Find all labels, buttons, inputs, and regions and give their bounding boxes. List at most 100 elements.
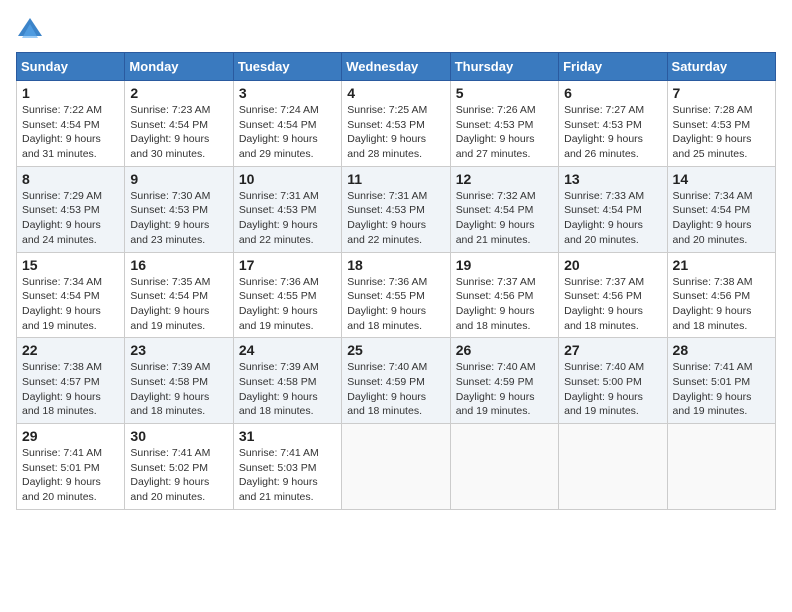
day-info: Sunrise: 7:37 AM Sunset: 4:56 PM Dayligh…	[456, 275, 553, 334]
header-saturday: Saturday	[667, 53, 775, 81]
day-number: 17	[239, 257, 336, 273]
calendar-cell: 28Sunrise: 7:41 AM Sunset: 5:01 PM Dayli…	[667, 338, 775, 424]
calendar-week-2: 8Sunrise: 7:29 AM Sunset: 4:53 PM Daylig…	[17, 166, 776, 252]
calendar-cell: 25 Sunrise: 7:40 AM Sunset: 4:59 PM Dayli…	[342, 338, 450, 424]
day-number: 16	[130, 257, 227, 273]
calendar-cell: 9 Sunrise: 7:30 AM Sunset: 4:53 PM Daylig…	[125, 166, 233, 252]
calendar-cell: 8Sunrise: 7:29 AM Sunset: 4:53 PM Daylig…	[17, 166, 125, 252]
day-info: Sunrise: 7:30 AM Sunset: 4:53 PM Dayligh…	[130, 189, 227, 248]
calendar-cell: 14 Sunrise: 7:34 AM Sunset: 4:54 PM Dayli…	[667, 166, 775, 252]
day-number: 1	[22, 85, 119, 101]
calendar-cell: 27Sunrise: 7:40 AM Sunset: 5:00 PM Dayli…	[559, 338, 667, 424]
day-info: Sunrise: 7:41 AM Sunset: 5:01 PM Dayligh…	[22, 446, 119, 505]
calendar-table: SundayMondayTuesdayWednesdayThursdayFrid…	[16, 52, 776, 510]
day-number: 21	[673, 257, 770, 273]
calendar-week-3: 15 Sunrise: 7:34 AM Sunset: 4:54 PM Dayli…	[17, 252, 776, 338]
day-info: Sunrise: 7:41 AM Sunset: 5:01 PM Dayligh…	[673, 360, 770, 419]
day-number: 14	[673, 171, 770, 187]
calendar-cell: 16 Sunrise: 7:35 AM Sunset: 4:54 PM Dayli…	[125, 252, 233, 338]
day-number: 5	[456, 85, 553, 101]
header-wednesday: Wednesday	[342, 53, 450, 81]
calendar-week-1: 1 Sunrise: 7:22 AM Sunset: 4:54 PM Daylig…	[17, 81, 776, 167]
day-number: 23	[130, 342, 227, 358]
calendar-cell: 18 Sunrise: 7:36 AM Sunset: 4:55 PM Dayli…	[342, 252, 450, 338]
calendar-cell: 24 Sunrise: 7:39 AM Sunset: 4:58 PM Dayli…	[233, 338, 341, 424]
calendar-cell: 12 Sunrise: 7:32 AM Sunset: 4:54 PM Dayli…	[450, 166, 558, 252]
day-number: 29	[22, 428, 119, 444]
day-info: Sunrise: 7:34 AM Sunset: 4:54 PM Dayligh…	[673, 189, 770, 248]
day-info: Sunrise: 7:34 AM Sunset: 4:54 PM Dayligh…	[22, 275, 119, 334]
day-info: Sunrise: 7:22 AM Sunset: 4:54 PM Dayligh…	[22, 103, 119, 162]
calendar-cell: 29 Sunrise: 7:41 AM Sunset: 5:01 PM Dayli…	[17, 424, 125, 510]
header-sunday: Sunday	[17, 53, 125, 81]
calendar-cell: 5Sunrise: 7:26 AM Sunset: 4:53 PM Daylig…	[450, 81, 558, 167]
calendar-cell: 10Sunrise: 7:31 AM Sunset: 4:53 PM Dayli…	[233, 166, 341, 252]
calendar-cell: 26 Sunrise: 7:40 AM Sunset: 4:59 PM Dayli…	[450, 338, 558, 424]
calendar-cell: 1 Sunrise: 7:22 AM Sunset: 4:54 PM Daylig…	[17, 81, 125, 167]
day-info: Sunrise: 7:39 AM Sunset: 4:58 PM Dayligh…	[239, 360, 336, 419]
day-number: 25	[347, 342, 444, 358]
calendar-cell: 11Sunrise: 7:31 AM Sunset: 4:53 PM Dayli…	[342, 166, 450, 252]
day-info: Sunrise: 7:37 AM Sunset: 4:56 PM Dayligh…	[564, 275, 661, 334]
calendar-cell: 23 Sunrise: 7:39 AM Sunset: 4:58 PM Dayli…	[125, 338, 233, 424]
day-number: 20	[564, 257, 661, 273]
calendar-cell	[667, 424, 775, 510]
day-info: Sunrise: 7:39 AM Sunset: 4:58 PM Dayligh…	[130, 360, 227, 419]
calendar-cell: 30Sunrise: 7:41 AM Sunset: 5:02 PM Dayli…	[125, 424, 233, 510]
day-info: Sunrise: 7:31 AM Sunset: 4:53 PM Dayligh…	[239, 189, 336, 248]
day-info: Sunrise: 7:24 AM Sunset: 4:54 PM Dayligh…	[239, 103, 336, 162]
day-number: 19	[456, 257, 553, 273]
calendar-cell: 2 Sunrise: 7:23 AM Sunset: 4:54 PM Daylig…	[125, 81, 233, 167]
day-number: 3	[239, 85, 336, 101]
day-info: Sunrise: 7:36 AM Sunset: 4:55 PM Dayligh…	[239, 275, 336, 334]
day-number: 7	[673, 85, 770, 101]
day-info: Sunrise: 7:40 AM Sunset: 5:00 PM Dayligh…	[564, 360, 661, 419]
calendar-cell	[342, 424, 450, 510]
page-header	[16, 16, 776, 44]
day-info: Sunrise: 7:28 AM Sunset: 4:53 PM Dayligh…	[673, 103, 770, 162]
calendar-cell	[450, 424, 558, 510]
calendar-cell: 7 Sunrise: 7:28 AM Sunset: 4:53 PM Daylig…	[667, 81, 775, 167]
calendar-cell: 3 Sunrise: 7:24 AM Sunset: 4:54 PM Daylig…	[233, 81, 341, 167]
day-number: 6	[564, 85, 661, 101]
calendar-cell: 4Sunrise: 7:25 AM Sunset: 4:53 PM Daylig…	[342, 81, 450, 167]
day-info: Sunrise: 7:36 AM Sunset: 4:55 PM Dayligh…	[347, 275, 444, 334]
day-info: Sunrise: 7:32 AM Sunset: 4:54 PM Dayligh…	[456, 189, 553, 248]
day-info: Sunrise: 7:27 AM Sunset: 4:53 PM Dayligh…	[564, 103, 661, 162]
day-number: 9	[130, 171, 227, 187]
calendar-cell: 13 Sunrise: 7:33 AM Sunset: 4:54 PM Dayli…	[559, 166, 667, 252]
day-info: Sunrise: 7:23 AM Sunset: 4:54 PM Dayligh…	[130, 103, 227, 162]
day-info: Sunrise: 7:40 AM Sunset: 4:59 PM Dayligh…	[347, 360, 444, 419]
header-thursday: Thursday	[450, 53, 558, 81]
header-row: SundayMondayTuesdayWednesdayThursdayFrid…	[17, 53, 776, 81]
calendar-cell: 15 Sunrise: 7:34 AM Sunset: 4:54 PM Dayli…	[17, 252, 125, 338]
header-tuesday: Tuesday	[233, 53, 341, 81]
day-number: 30	[130, 428, 227, 444]
calendar-cell	[559, 424, 667, 510]
day-info: Sunrise: 7:41 AM Sunset: 5:03 PM Dayligh…	[239, 446, 336, 505]
day-number: 24	[239, 342, 336, 358]
day-number: 4	[347, 85, 444, 101]
calendar-week-4: 22 Sunrise: 7:38 AM Sunset: 4:57 PM Dayli…	[17, 338, 776, 424]
calendar-week-5: 29 Sunrise: 7:41 AM Sunset: 5:01 PM Dayli…	[17, 424, 776, 510]
header-monday: Monday	[125, 53, 233, 81]
calendar-cell: 31Sunrise: 7:41 AM Sunset: 5:03 PM Dayli…	[233, 424, 341, 510]
day-info: Sunrise: 7:38 AM Sunset: 4:57 PM Dayligh…	[22, 360, 119, 419]
calendar-cell: 22 Sunrise: 7:38 AM Sunset: 4:57 PM Dayli…	[17, 338, 125, 424]
calendar-cell: 6 Sunrise: 7:27 AM Sunset: 4:53 PM Daylig…	[559, 81, 667, 167]
day-number: 12	[456, 171, 553, 187]
day-info: Sunrise: 7:40 AM Sunset: 4:59 PM Dayligh…	[456, 360, 553, 419]
day-info: Sunrise: 7:35 AM Sunset: 4:54 PM Dayligh…	[130, 275, 227, 334]
calendar-cell: 17 Sunrise: 7:36 AM Sunset: 4:55 PM Dayli…	[233, 252, 341, 338]
day-number: 13	[564, 171, 661, 187]
day-info: Sunrise: 7:33 AM Sunset: 4:54 PM Dayligh…	[564, 189, 661, 248]
day-info: Sunrise: 7:38 AM Sunset: 4:56 PM Dayligh…	[673, 275, 770, 334]
day-number: 15	[22, 257, 119, 273]
day-number: 2	[130, 85, 227, 101]
day-number: 22	[22, 342, 119, 358]
day-number: 11	[347, 171, 444, 187]
day-info: Sunrise: 7:29 AM Sunset: 4:53 PM Dayligh…	[22, 189, 119, 248]
day-number: 18	[347, 257, 444, 273]
logo	[16, 16, 48, 44]
day-number: 26	[456, 342, 553, 358]
